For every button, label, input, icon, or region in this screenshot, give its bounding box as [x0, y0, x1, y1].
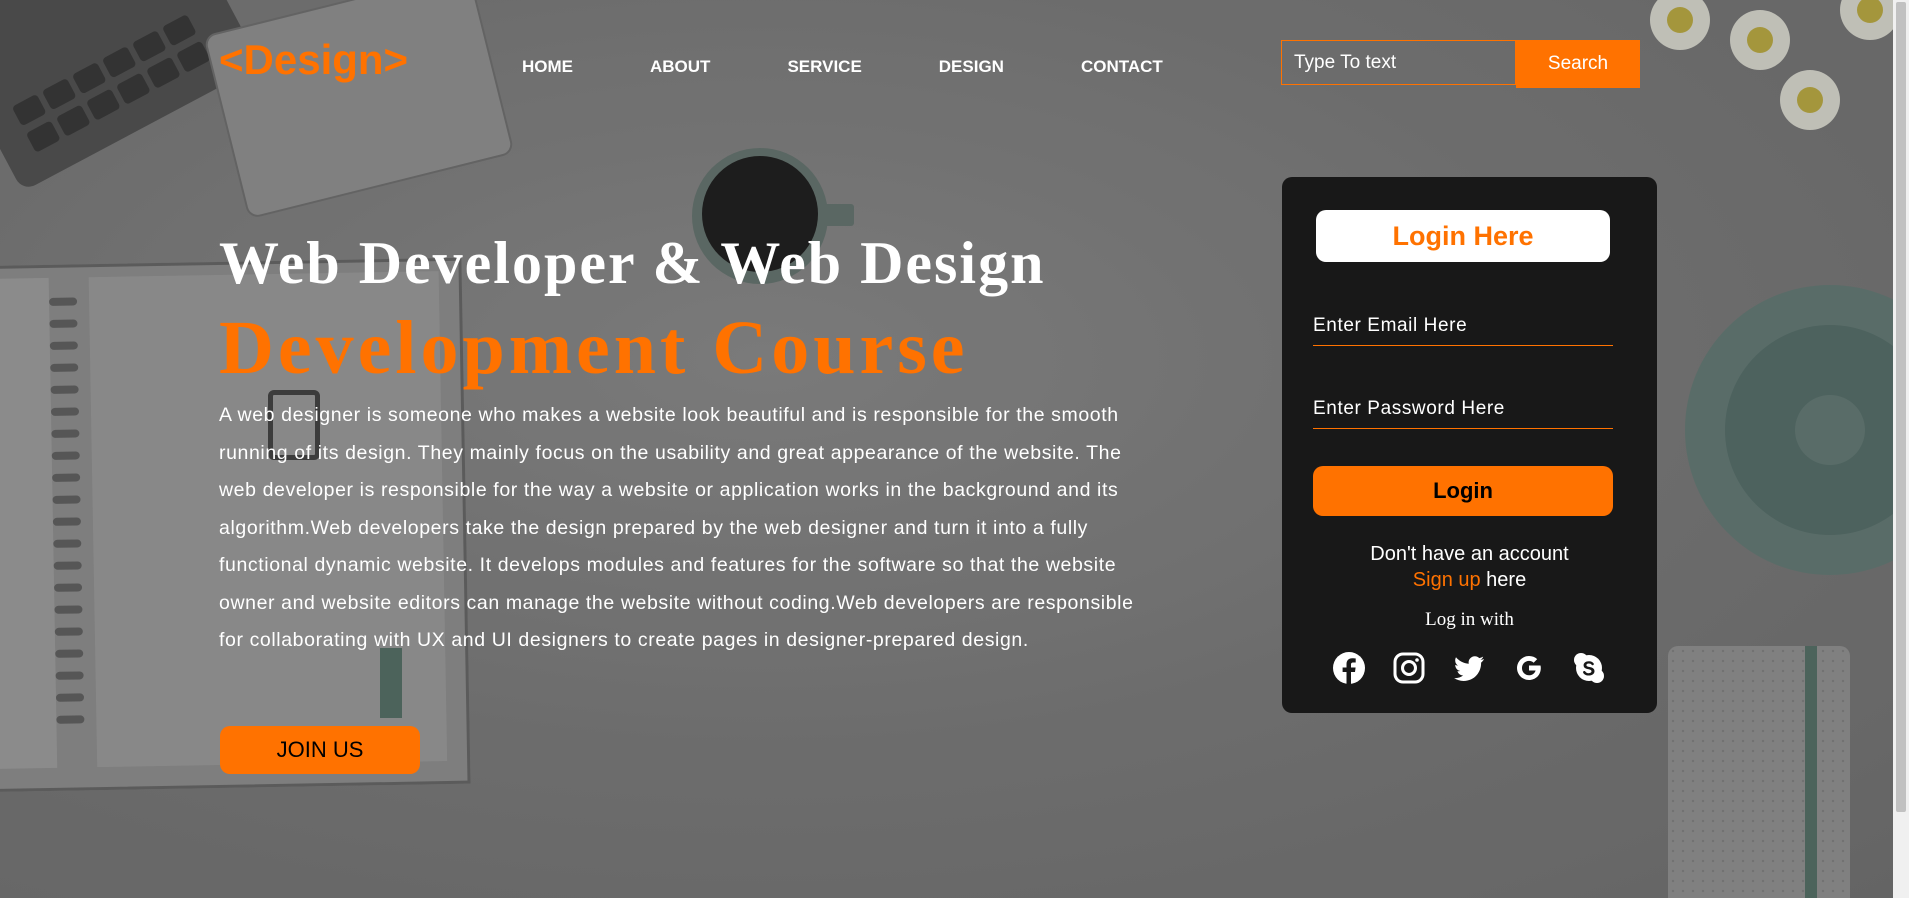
signup-suffix: here: [1480, 569, 1527, 591]
email-field[interactable]: [1313, 306, 1613, 346]
social-login-icons: [1332, 651, 1632, 685]
search-button[interactable]: Search: [1516, 40, 1640, 88]
login-with-label: Log in with: [1425, 609, 1514, 630]
skype-icon[interactable]: [1572, 651, 1606, 685]
facebook-icon[interactable]: [1332, 651, 1366, 685]
password-field[interactable]: [1313, 389, 1613, 429]
scrollbar-thumb[interactable]: [1896, 2, 1906, 812]
nav-home[interactable]: HOME: [522, 57, 573, 77]
signup-prompt: Don't have an account Sign up here: [1282, 541, 1657, 593]
join-us-button[interactable]: JOIN US: [220, 726, 420, 774]
twitter-icon[interactable]: [1452, 651, 1486, 685]
main-nav: HOME ABOUT SERVICE DESIGN CONTACT: [522, 57, 1240, 77]
nav-contact[interactable]: CONTACT: [1081, 57, 1163, 77]
signup-link[interactable]: Sign up: [1413, 569, 1481, 591]
no-account-text: Don't have an account: [1370, 543, 1569, 565]
search-bar: Search: [1281, 40, 1640, 88]
nav-design[interactable]: DESIGN: [939, 57, 1004, 77]
login-button[interactable]: Login: [1313, 466, 1613, 516]
nav-about[interactable]: ABOUT: [650, 57, 710, 77]
google-icon[interactable]: [1512, 651, 1546, 685]
login-card: Login Here Login Don't have an account S…: [1282, 177, 1657, 713]
hero-description: A web designer is someone who makes a we…: [219, 404, 1134, 651]
nav-service[interactable]: SERVICE: [787, 57, 861, 77]
hero-title: Web Developer & Web Design: [219, 230, 1046, 296]
hero-subtitle: Development Course: [219, 306, 969, 390]
logo[interactable]: <Design>: [219, 36, 408, 84]
search-input[interactable]: [1281, 40, 1516, 85]
page-scrollbar[interactable]: [1893, 0, 1909, 898]
login-title: Login Here: [1316, 210, 1610, 262]
instagram-icon[interactable]: [1392, 651, 1426, 685]
